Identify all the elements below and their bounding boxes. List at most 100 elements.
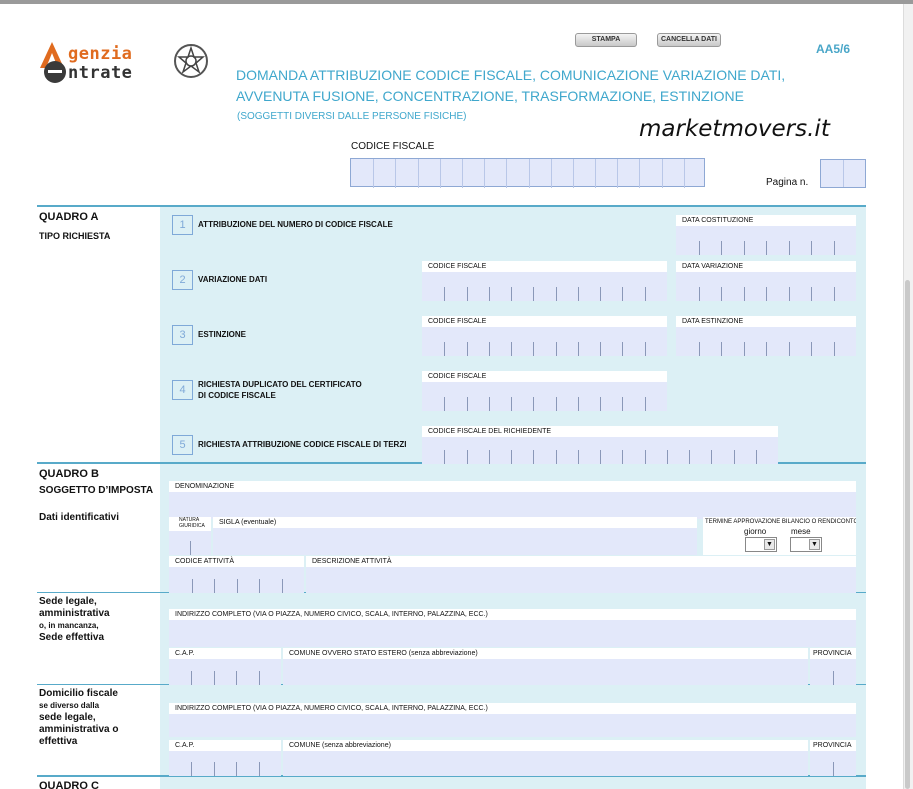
cell-divider	[440, 159, 441, 188]
cell-divider	[600, 342, 601, 356]
cell-divider	[467, 287, 468, 301]
cell-divider	[711, 450, 712, 464]
quadro-b-title: QUADRO B	[39, 468, 99, 480]
option-1-checkbox[interactable]: 1	[172, 215, 193, 235]
cell-divider	[684, 159, 685, 188]
sede-comune-input[interactable]	[283, 659, 808, 685]
cell-divider	[511, 287, 512, 301]
denominazione-label: DENOMINAZIONE	[169, 481, 856, 492]
cell-divider	[373, 159, 374, 188]
cell-divider	[556, 450, 557, 464]
codice-attivita-field[interactable]: CODICE ATTIVITÀ	[169, 556, 304, 593]
data-estinzione-field[interactable]: DATA ESTINZIONE	[676, 316, 856, 356]
cf-richiedente-field[interactable]: CODICE FISCALE DEL RICHIEDENTE	[422, 426, 778, 464]
cell-divider	[756, 450, 757, 464]
sede-indirizzo-field[interactable]: INDIRIZZO COMPLETO (VIA O PIAZZA, NUMERO…	[169, 609, 856, 647]
domicilio-indirizzo-input[interactable]	[169, 714, 856, 737]
print-button[interactable]: STAMPA	[575, 33, 637, 47]
domicilio-indirizzo-field[interactable]: INDIRIZZO COMPLETO (VIA O PIAZZA, NUMERO…	[169, 703, 856, 737]
domicilio-comune-field[interactable]: COMUNE (senza abbreviazione)	[283, 740, 808, 776]
domicilio-line3: sede legale,	[39, 712, 96, 723]
sede-indirizzo-input[interactable]	[169, 620, 856, 647]
cell-divider	[645, 397, 646, 411]
cell-divider	[551, 159, 552, 188]
pagina-input[interactable]	[820, 159, 866, 188]
cell-divider	[766, 241, 767, 255]
cell-divider	[467, 450, 468, 464]
codice-fiscale-input[interactable]	[350, 158, 705, 188]
data-variazione-input[interactable]	[676, 272, 856, 301]
sigla-field[interactable]: SIGLA (eventuale)	[213, 517, 697, 555]
domicilio-cap-input[interactable]	[169, 751, 281, 776]
chevron-down-icon[interactable]: ▼	[764, 539, 775, 550]
cell-divider	[834, 287, 835, 301]
sigla-label: SIGLA (eventuale)	[213, 517, 697, 528]
domicilio-comune-label: COMUNE (senza abbreviazione)	[283, 740, 808, 751]
chevron-down-icon[interactable]: ▼	[809, 539, 820, 550]
cell-divider	[511, 397, 512, 411]
sede-cap-field[interactable]: C.A.P.	[169, 648, 281, 685]
cell-divider	[489, 397, 490, 411]
cf-richiedente-label: CODICE FISCALE DEL RICHIEDENTE	[422, 426, 778, 437]
option-3-checkbox[interactable]: 3	[172, 325, 193, 345]
denominazione-field[interactable]: DENOMINAZIONE	[169, 481, 856, 519]
cell-divider	[811, 241, 812, 255]
cell-divider	[645, 287, 646, 301]
descrizione-attivita-input[interactable]	[306, 567, 856, 593]
natura-giuridica-label-2: GIURIDICA	[179, 523, 205, 529]
cell-divider	[214, 579, 215, 593]
sede-provincia-input[interactable]	[810, 659, 856, 685]
cell-divider	[444, 287, 445, 301]
model-code: AA5/6	[816, 42, 851, 56]
cell-divider	[834, 241, 835, 255]
cell-divider	[237, 579, 238, 593]
data-estinzione-input[interactable]	[676, 327, 856, 356]
codice-attivita-input[interactable]	[169, 567, 304, 593]
cf-duplicato-input[interactable]	[422, 382, 667, 411]
domicilio-comune-input[interactable]	[283, 751, 808, 776]
quadro-a-title: QUADRO A	[39, 211, 99, 223]
cell-divider	[533, 342, 534, 356]
cell-divider	[766, 287, 767, 301]
cf-variazione-field[interactable]: CODICE FISCALE	[422, 261, 667, 301]
sede-cap-input[interactable]	[169, 659, 281, 685]
scrollbar-thumb[interactable]	[905, 280, 910, 789]
denominazione-input[interactable]	[169, 492, 856, 519]
cf-richiedente-input[interactable]	[422, 437, 778, 464]
option-4-checkbox[interactable]: 4	[172, 380, 193, 400]
cell-divider	[489, 450, 490, 464]
giorno-select[interactable]: ▼	[745, 537, 777, 552]
option-5-checkbox[interactable]: 5	[172, 435, 193, 455]
cf-variazione-input[interactable]	[422, 272, 667, 301]
data-variazione-field[interactable]: DATA VARIAZIONE	[676, 261, 856, 301]
natura-giuridica-input[interactable]	[169, 531, 211, 555]
cf-estinzione-field[interactable]: CODICE FISCALE	[422, 316, 667, 356]
option-2-checkbox[interactable]: 2	[172, 270, 193, 290]
cell-divider	[689, 450, 690, 464]
domicilio-line4: amministrativa o	[39, 724, 119, 735]
domicilio-line1: Domicilio fiscale	[39, 688, 118, 699]
cell-divider	[506, 159, 507, 188]
cell-divider	[533, 397, 534, 411]
quadro-a-subtitle: TIPO RICHIESTA	[39, 231, 111, 241]
descrizione-attivita-field[interactable]: DESCRIZIONE ATTIVITÀ	[306, 556, 856, 593]
natura-giuridica-field[interactable]: NATURA GIURIDICA	[169, 517, 211, 555]
cf-duplicato-field[interactable]: CODICE FISCALE	[422, 371, 667, 411]
option-5-label: RICHIESTA ATTRIBUZIONE CODICE FISCALE DI…	[198, 440, 407, 449]
sede-provincia-field[interactable]: PROVINCIA	[810, 648, 856, 685]
sigla-input[interactable]	[213, 528, 697, 555]
data-costituzione-field[interactable]: DATA COSTITUZIONE	[676, 215, 856, 255]
cell-divider	[645, 342, 646, 356]
domicilio-provincia-field[interactable]: PROVINCIA	[810, 740, 856, 776]
data-costituzione-input[interactable]	[676, 226, 856, 255]
domicilio-provincia-input[interactable]	[810, 751, 856, 776]
domicilio-cap-field[interactable]: C.A.P.	[169, 740, 281, 776]
cf-estinzione-input[interactable]	[422, 327, 667, 356]
clear-data-button[interactable]: CANCELLA DATI	[657, 33, 721, 47]
cell-divider	[282, 579, 283, 593]
cell-divider	[484, 159, 485, 188]
termine-approvazione-field: TERMINE APPROVAZIONE BILANCIO O RENDICON…	[703, 517, 856, 555]
cell-divider	[444, 342, 445, 356]
mese-select[interactable]: ▼	[790, 537, 822, 552]
sede-comune-field[interactable]: COMUNE OVVERO STATO ESTERO (senza abbrev…	[283, 648, 808, 685]
